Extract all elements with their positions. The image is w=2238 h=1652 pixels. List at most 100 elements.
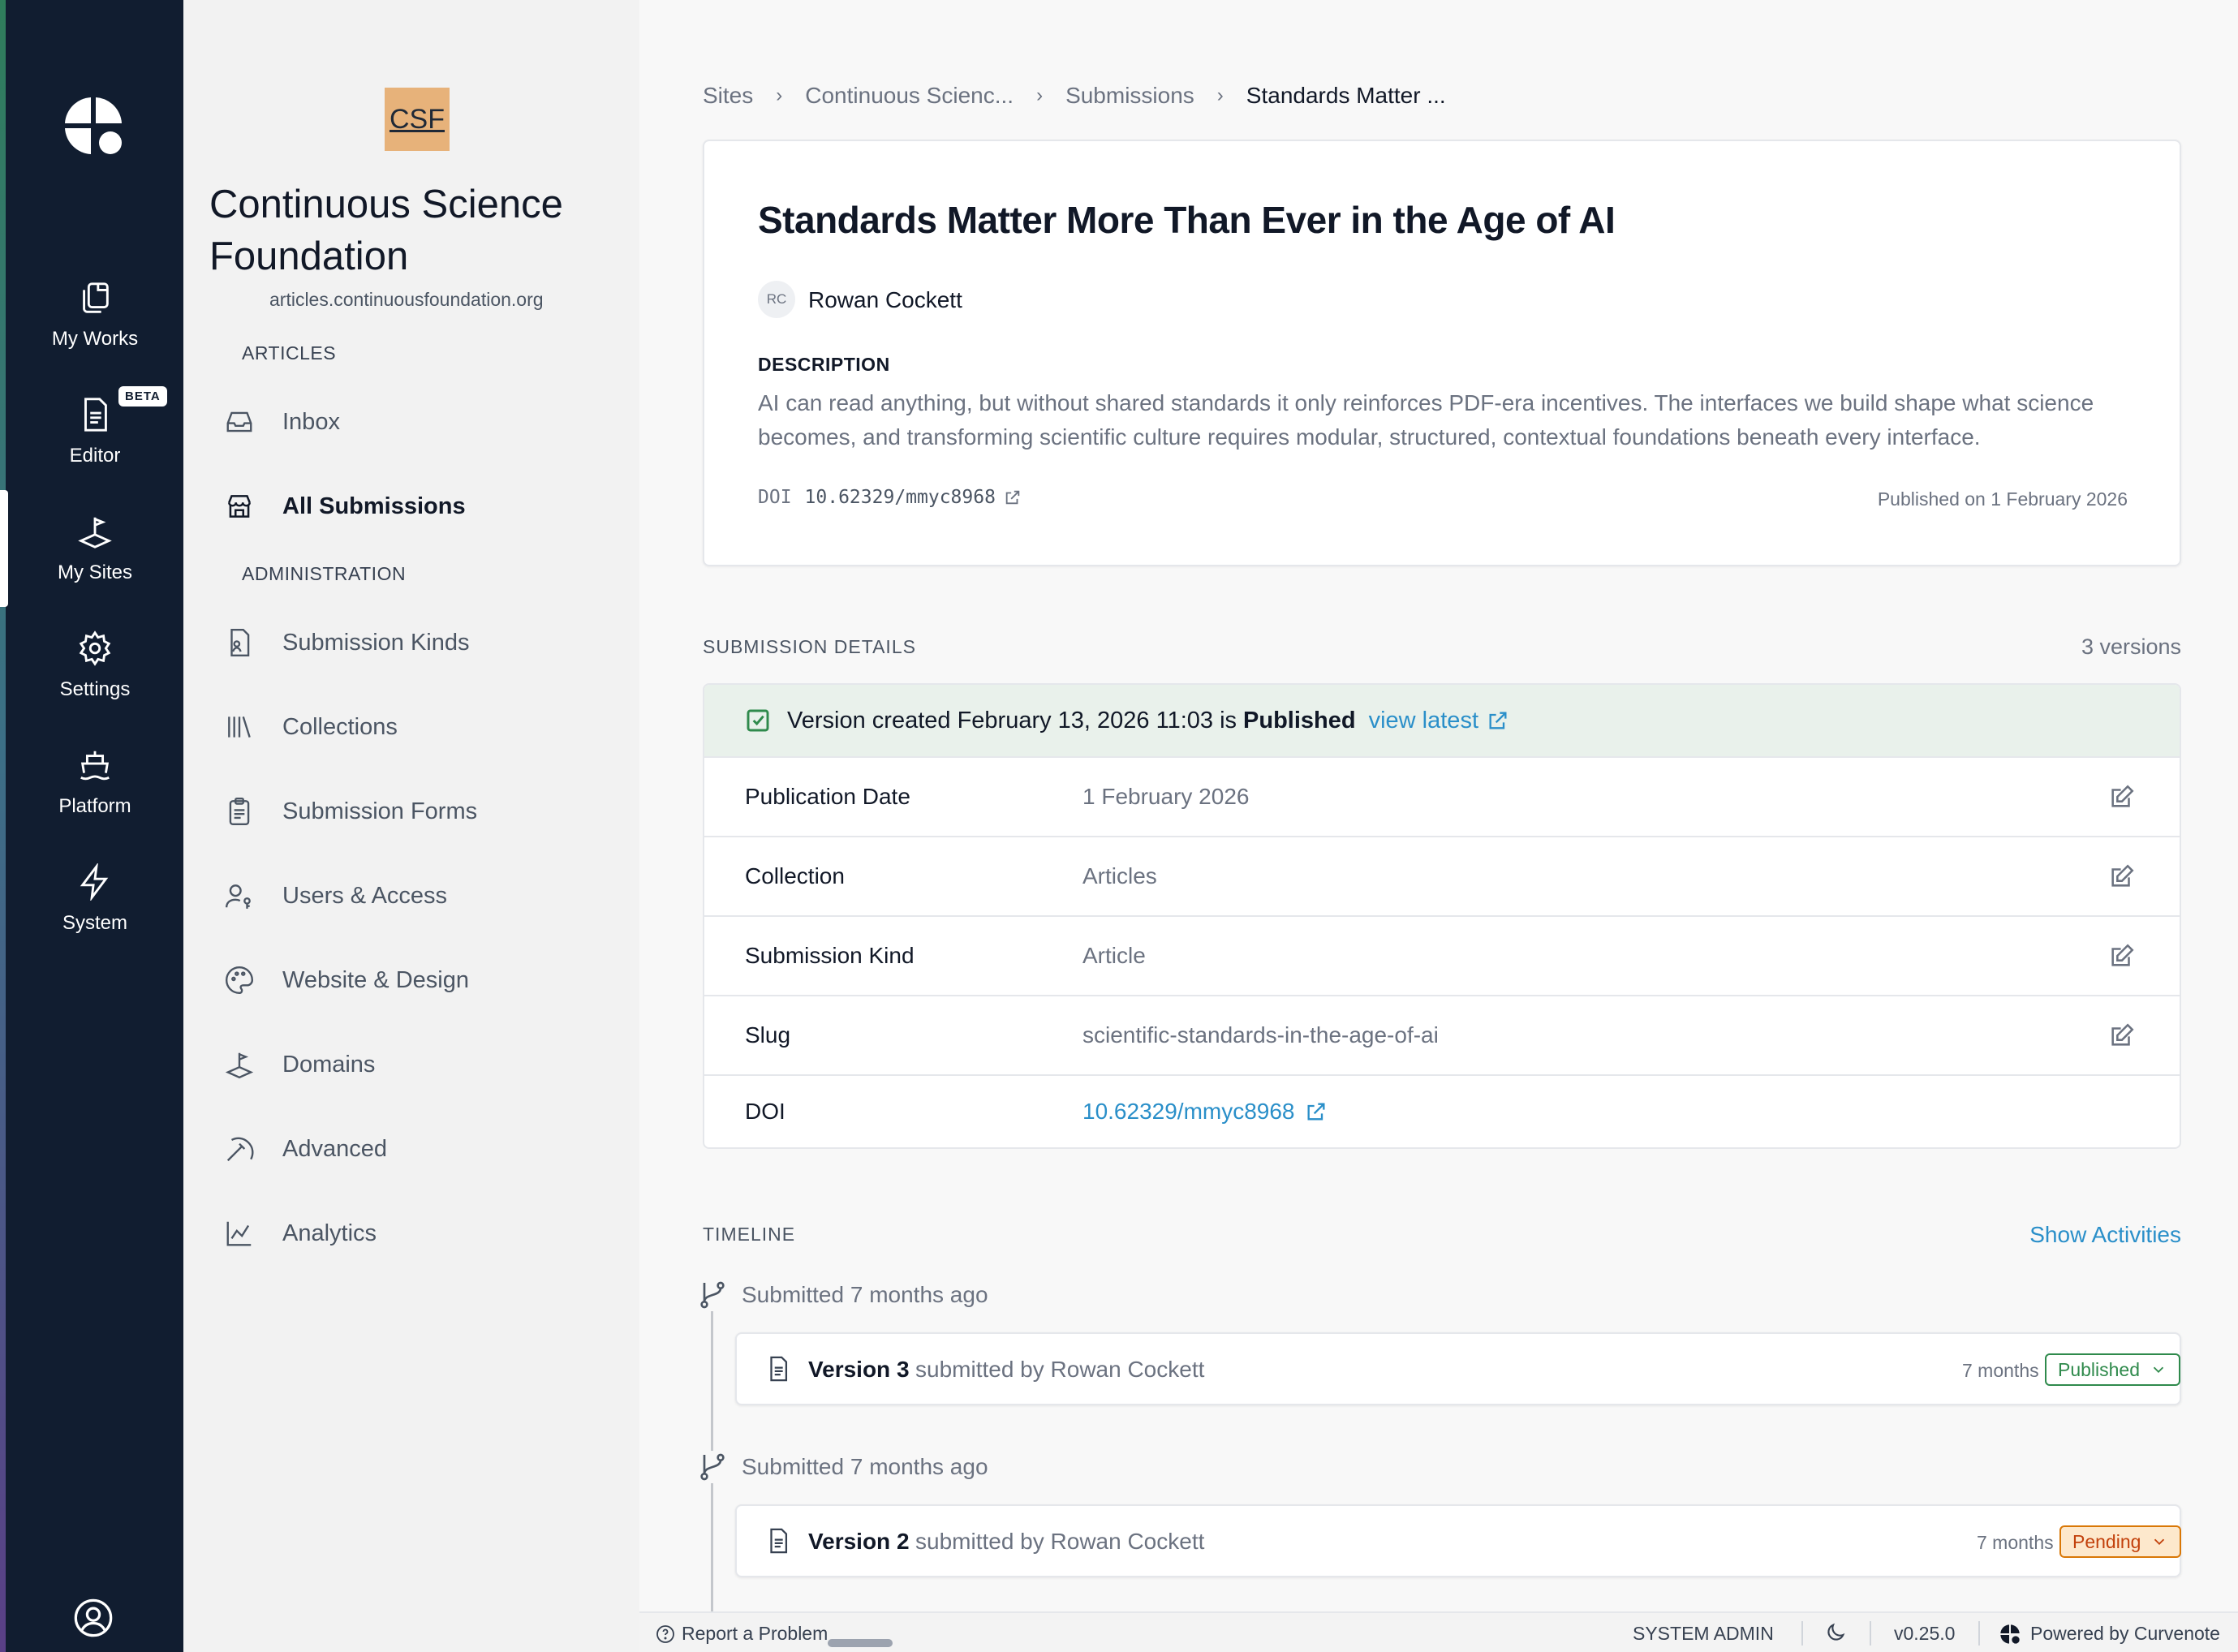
timeline-event-text: Submitted 7 months ago bbox=[742, 1282, 988, 1307]
view-latest-label: view latest bbox=[1368, 707, 1478, 734]
timeline-heading: TIMELINE bbox=[703, 1224, 796, 1245]
description-text: AI can read anything, but without shared… bbox=[758, 390, 2094, 450]
chevron-down-icon bbox=[2153, 1366, 2164, 1374]
detail-row-collection: Collection Articles bbox=[704, 837, 2180, 917]
external-link-icon bbox=[1489, 712, 1507, 729]
status-badge-dropdown[interactable]: Published bbox=[2045, 1353, 2181, 1386]
document-icon bbox=[84, 398, 107, 432]
detail-row-slug: Slug scientific-standards-in-the-age-of-… bbox=[704, 996, 2180, 1076]
user-key-icon bbox=[225, 884, 251, 909]
sidebar-item-submission-forms[interactable]: Submission Forms bbox=[224, 787, 630, 836]
sidebar-item-analytics[interactable]: Analytics bbox=[224, 1209, 630, 1258]
rail-label: My Works bbox=[51, 328, 139, 350]
avatar: RC bbox=[758, 281, 795, 318]
edit-icon[interactable] bbox=[2108, 863, 2136, 890]
detail-key: Publication Date bbox=[745, 784, 910, 809]
document-icon bbox=[770, 1528, 788, 1554]
sidebar-item-label: All Submissions bbox=[282, 493, 466, 519]
detail-value: scientific-standards-in-the-age-of-ai bbox=[1082, 1022, 1439, 1048]
site-sidebar: CSF Continuous Science Foundation articl… bbox=[183, 0, 639, 1652]
chevron-right-icon: › bbox=[1036, 84, 1044, 106]
app-version: v0.25.0 bbox=[1894, 1623, 1956, 1644]
report-problem-link[interactable]: Report a Problem bbox=[656, 1623, 828, 1645]
sidebar-item-label: Submission Kinds bbox=[282, 629, 470, 656]
domains-icon bbox=[225, 1052, 254, 1079]
sidebar-item-all-submissions[interactable]: All Submissions bbox=[224, 482, 630, 531]
breadcrumb-sites[interactable]: Sites bbox=[703, 83, 753, 109]
sidebar-item-label: Advanced bbox=[282, 1135, 387, 1162]
doi-link[interactable]: DOI 10.62329/mmyc8968 bbox=[758, 487, 1022, 508]
user-circle-icon[interactable] bbox=[72, 1597, 114, 1639]
edit-icon[interactable] bbox=[2108, 783, 2136, 811]
rail-editor[interactable]: Editor bbox=[6, 396, 183, 493]
sidebar-item-website-design[interactable]: Website & Design bbox=[224, 956, 630, 1005]
role-label: SYSTEM ADMIN bbox=[1633, 1623, 1774, 1644]
edit-icon[interactable] bbox=[2108, 942, 2136, 970]
powered-by[interactable]: Powered by Curvenote bbox=[1999, 1623, 2220, 1645]
doi-link[interactable]: 10.62329/mmyc8968 bbox=[1082, 1099, 1328, 1125]
sidebar-item-label: Users & Access bbox=[282, 882, 448, 909]
rail-label: Settings bbox=[59, 678, 131, 700]
view-latest-link[interactable]: view latest bbox=[1369, 708, 1509, 734]
clipboard-icon bbox=[229, 797, 250, 826]
doi-value: 10.62329/mmyc8968 bbox=[804, 487, 996, 508]
rail-settings[interactable]: Settings bbox=[6, 630, 183, 727]
detail-value: Articles bbox=[1082, 863, 1157, 888]
rail-label: Platform bbox=[58, 795, 131, 817]
sidebar-item-users-access[interactable]: Users & Access bbox=[224, 871, 630, 920]
sidebar-item-collections[interactable]: Collections bbox=[224, 703, 630, 751]
articles-heading: ARTICLES bbox=[242, 342, 337, 364]
rail-my-sites[interactable]: My Sites bbox=[6, 513, 183, 610]
status-badge-label: Published bbox=[2058, 1358, 2141, 1380]
breadcrumb-submissions[interactable]: Submissions bbox=[1065, 83, 1194, 109]
copy-documents-icon bbox=[83, 282, 109, 313]
sites-icon bbox=[78, 517, 112, 549]
site-domain[interactable]: articles.continuousfoundation.org bbox=[269, 289, 544, 311]
curvenote-logo-icon[interactable] bbox=[62, 94, 125, 157]
sidebar-item-domains[interactable]: Domains bbox=[224, 1040, 630, 1089]
edit-icon[interactable] bbox=[2108, 1022, 2136, 1049]
sidebar-item-inbox[interactable]: Inbox bbox=[224, 398, 630, 446]
detail-row-publication-date: Publication Date 1 February 2026 bbox=[704, 758, 2180, 837]
version-card[interactable]: Version 2 submitted by Rowan Cockett 7 m… bbox=[735, 1504, 2182, 1577]
moon-icon[interactable] bbox=[1824, 1621, 1847, 1644]
article-header-card: Standards Matter More Than Ever in the A… bbox=[703, 140, 2181, 566]
detail-row-doi: DOI 10.62329/mmyc8968 bbox=[704, 1076, 2180, 1147]
version-card[interactable]: Version 3 submitted by Rowan Cockett 7 m… bbox=[735, 1332, 2181, 1405]
detail-key: DOI bbox=[745, 1099, 785, 1124]
sidebar-item-submission-kinds[interactable]: Submission Kinds bbox=[224, 618, 630, 667]
sidebar-item-label: Analytics bbox=[282, 1220, 377, 1246]
detail-row-submission-kind: Submission Kind Article bbox=[704, 917, 2180, 996]
submitted-by: submitted by Rowan Cockett bbox=[915, 1529, 1205, 1554]
submission-details-heading: SUBMISSION DETAILS bbox=[703, 636, 916, 657]
sidebar-item-advanced[interactable]: Advanced bbox=[224, 1125, 630, 1173]
doi-label: DOI bbox=[758, 487, 792, 508]
rail-accent-stripe bbox=[0, 0, 6, 1652]
breadcrumb: Sites › Continuous Scienc... › Submissio… bbox=[703, 83, 1446, 109]
lightning-icon bbox=[80, 863, 109, 901]
rail-label: My Sites bbox=[57, 561, 132, 583]
pickaxe-icon bbox=[226, 1137, 254, 1162]
breadcrumb-site[interactable]: Continuous Scienc... bbox=[805, 83, 1014, 109]
timeline-event: Submitted 7 months ago bbox=[696, 1279, 988, 1311]
line-chart-icon bbox=[226, 1221, 252, 1246]
timeline-event-text: Submitted 7 months ago bbox=[742, 1454, 988, 1479]
help-circle-icon bbox=[656, 1624, 674, 1643]
status-badge-label: Pending bbox=[2072, 1530, 2141, 1552]
git-branch-icon bbox=[696, 1279, 729, 1311]
show-activities-link[interactable]: Show Activities bbox=[2029, 1222, 2181, 1248]
author-name: Rowan Cockett bbox=[808, 287, 962, 312]
status-badge-dropdown[interactable]: Pending bbox=[2059, 1525, 2182, 1558]
inbox-icon bbox=[226, 411, 252, 432]
rail-platform[interactable]: Platform bbox=[6, 746, 183, 844]
rail-system[interactable]: System bbox=[6, 863, 183, 961]
rail-my-works[interactable]: My Works bbox=[6, 279, 183, 376]
sidebar-item-label: Website & Design bbox=[282, 966, 469, 993]
curvenote-logo-icon bbox=[2000, 1624, 2020, 1644]
chevron-right-icon: › bbox=[1216, 84, 1224, 106]
gear-icon bbox=[79, 630, 111, 666]
sidebar-item-label: Submission Forms bbox=[282, 798, 478, 824]
footer-divider bbox=[1978, 1621, 1980, 1646]
main-content: Sites › Continuous Scienc... › Submissio… bbox=[639, 0, 2238, 1652]
scrollbar-handle[interactable] bbox=[828, 1639, 893, 1647]
